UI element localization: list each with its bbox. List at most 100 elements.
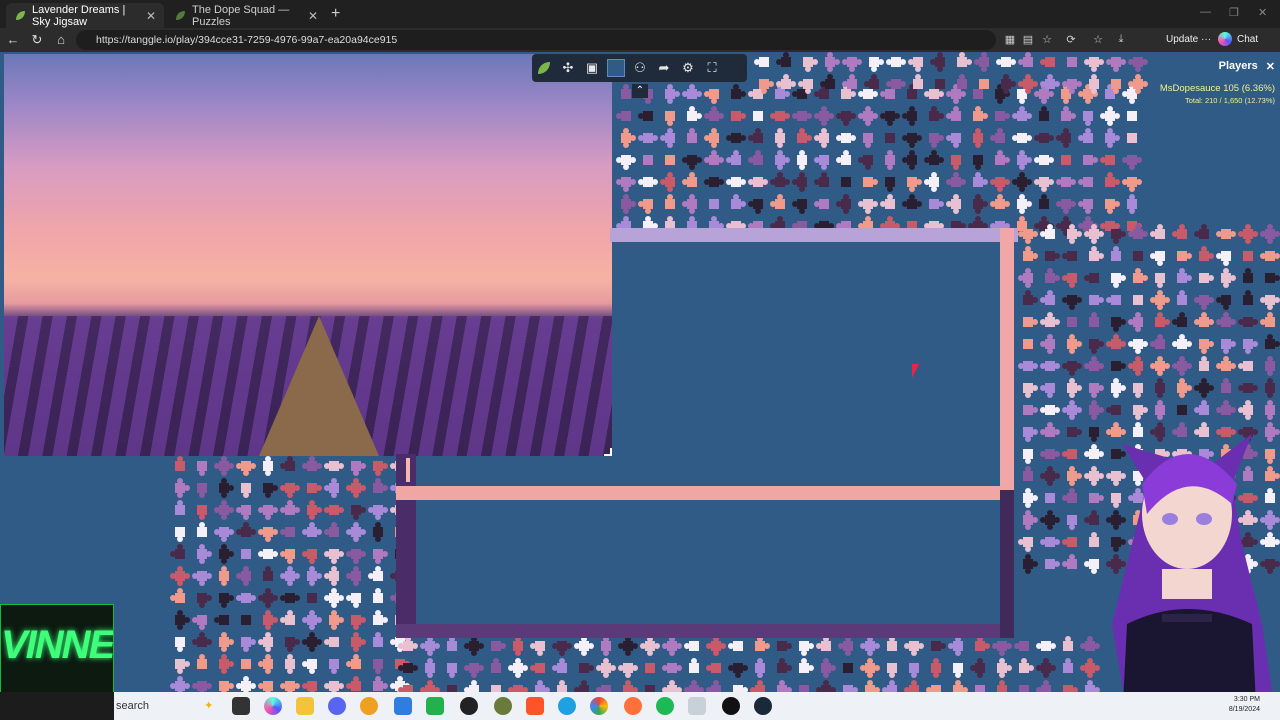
puzzle-piece[interactable] [974, 52, 989, 72]
puzzle-piece[interactable] [799, 658, 814, 673]
puzzle-piece[interactable] [197, 593, 212, 608]
puzzle-piece[interactable] [1194, 295, 1214, 310]
puzzle-piece[interactable] [1155, 378, 1165, 398]
puzzle-piece[interactable] [1089, 339, 1104, 354]
puzzle-piece[interactable] [447, 663, 457, 678]
puzzle-piece[interactable] [865, 680, 880, 692]
puzzle-piece[interactable] [1089, 312, 1099, 327]
puzzle-piece[interactable] [1023, 510, 1038, 530]
puzzle-piece[interactable] [777, 680, 792, 692]
puzzle-piece[interactable] [1260, 295, 1280, 310]
puzzle-piece[interactable] [1040, 537, 1060, 547]
puzzle-piece[interactable] [464, 680, 479, 692]
puzzle-piece[interactable] [885, 150, 895, 170]
puzzle-piece[interactable] [280, 500, 300, 515]
puzzle-piece[interactable] [926, 685, 941, 692]
puzzle-piece[interactable] [346, 593, 361, 608]
puzzle-piece[interactable] [931, 658, 941, 678]
puzzle-piece[interactable] [1036, 658, 1056, 678]
puzzle-piece[interactable] [1199, 273, 1214, 283]
puzzle-piece[interactable] [1089, 246, 1104, 261]
puzzle-piece[interactable] [175, 527, 185, 542]
puzzle-piece[interactable] [1067, 57, 1077, 67]
puzzle-piece[interactable] [1067, 317, 1077, 327]
puzzle-piece[interactable] [1177, 251, 1192, 261]
puzzle-piece[interactable] [236, 676, 256, 692]
puzzle-piece[interactable] [973, 106, 988, 121]
home-icon[interactable]: ⌂ [52, 32, 70, 47]
puzzle-piece[interactable] [1018, 229, 1038, 244]
puzzle-piece[interactable] [373, 549, 388, 564]
puzzle-piece[interactable] [1023, 405, 1038, 415]
puzzle-piece[interactable] [957, 52, 972, 67]
puzzle-piece[interactable] [280, 549, 295, 564]
puzzle-piece[interactable] [1083, 155, 1098, 165]
puzzle-board[interactable]: ✣ ▣ ⚇ ➦ ⚙ ⛶ ⌃ Players ✕ MsDopesauce 105 … [0, 52, 1280, 692]
puzzle-piece[interactable] [684, 680, 704, 692]
puzzle-piece[interactable] [616, 155, 636, 170]
logo-icon[interactable] [532, 56, 556, 80]
puzzle-piece[interactable] [280, 456, 295, 471]
spotify-icon[interactable] [656, 697, 674, 715]
update-button[interactable]: Update ··· [1166, 34, 1211, 45]
puzzle-piece[interactable] [1216, 251, 1231, 266]
puzzle-piece[interactable] [660, 172, 675, 192]
puzzle-piece[interactable] [836, 194, 851, 214]
puzzle-piece[interactable] [816, 680, 836, 692]
puzzle-piece[interactable] [1062, 537, 1077, 547]
puzzle-piece[interactable] [902, 194, 922, 209]
puzzle-piece[interactable] [219, 681, 234, 692]
puzzle-piece[interactable] [640, 636, 660, 656]
puzzle-piece[interactable] [704, 106, 724, 121]
puzzle-piece[interactable] [263, 566, 273, 581]
puzzle-piece[interactable] [1023, 290, 1038, 305]
puzzle-piece[interactable] [1221, 378, 1231, 393]
puzzle-piece[interactable] [1172, 224, 1187, 239]
puzzle-piece[interactable] [869, 57, 884, 72]
clock[interactable]: 3:30 PM 8/19/2024 [1204, 695, 1260, 715]
puzzle-piece[interactable] [1177, 405, 1187, 415]
puzzle-piece[interactable] [930, 52, 945, 72]
puzzle-piece[interactable] [280, 593, 300, 603]
puzzle-piece[interactable] [175, 500, 185, 515]
puzzle-piece[interactable] [948, 636, 963, 656]
puzzle-piece[interactable] [280, 527, 295, 537]
puzzle-piece[interactable] [904, 641, 924, 656]
puzzle-piece[interactable] [990, 128, 1005, 143]
puzzle-piece[interactable] [1260, 312, 1275, 327]
puzzle-piece[interactable] [1111, 229, 1126, 244]
puzzle-piece[interactable] [329, 659, 339, 674]
puzzle-piece[interactable] [1084, 57, 1104, 72]
puzzle-piece[interactable] [704, 150, 724, 165]
puzzle-piece[interactable] [1128, 356, 1143, 376]
puzzle-piece[interactable] [1018, 268, 1033, 288]
puzzle-piece[interactable] [596, 685, 611, 692]
puzzle-piece[interactable] [280, 483, 300, 498]
new-tab-button[interactable]: + [331, 5, 340, 23]
puzzle-piece[interactable] [885, 133, 895, 143]
puzzle-piece[interactable] [1012, 133, 1032, 143]
puzzle-piece[interactable] [662, 636, 682, 656]
puzzle-piece[interactable] [1106, 295, 1121, 305]
puzzle-piece[interactable] [307, 500, 322, 520]
puzzle-piece[interactable] [1023, 246, 1038, 261]
puzzle-piece[interactable] [236, 522, 256, 537]
puzzle-piece[interactable] [324, 522, 339, 537]
puzzle-piece[interactable] [579, 663, 594, 673]
puzzle-piece[interactable] [858, 106, 878, 126]
puzzle-piece[interactable] [535, 680, 550, 692]
puzzle-piece[interactable] [258, 588, 278, 608]
favorite-icon[interactable]: ☆ [1040, 33, 1054, 46]
puzzle-piece[interactable] [373, 632, 383, 647]
puzzle-piece[interactable] [574, 636, 594, 656]
puzzle-piece[interactable] [1106, 57, 1126, 72]
puzzle-piece[interactable] [197, 505, 207, 520]
tab-lavender-dreams[interactable]: Lavender Dreams | Sky Jigsaw ✕ [6, 3, 164, 28]
puzzle-piece[interactable] [836, 150, 851, 165]
puzzle-piece[interactable] [447, 685, 457, 692]
puzzle-piece[interactable] [236, 461, 256, 476]
puzzle-piece[interactable] [665, 84, 680, 104]
puzzle-piece[interactable] [975, 685, 985, 692]
puzzle-piece[interactable] [908, 57, 923, 72]
puzzle-piece[interactable] [170, 566, 190, 586]
